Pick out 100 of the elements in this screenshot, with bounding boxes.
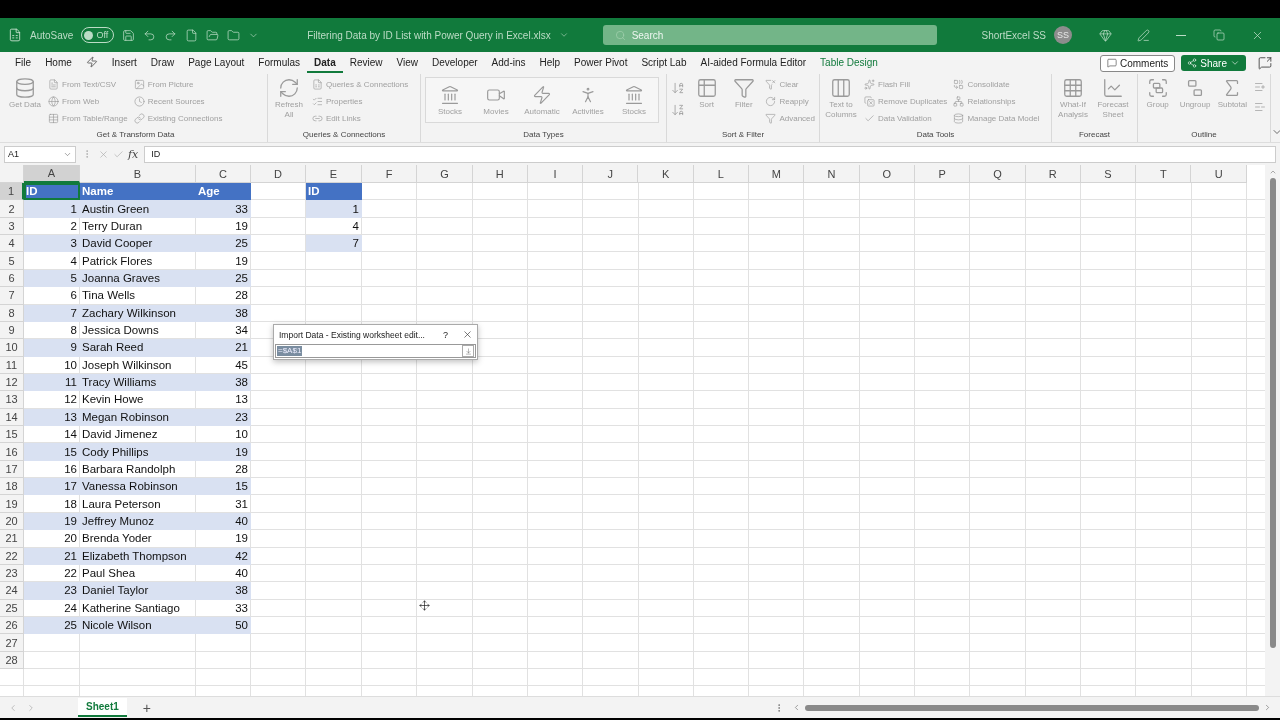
column-title: Age [196, 183, 251, 201]
table-cell: David Cooper [80, 235, 196, 253]
column-header[interactable]: P [914, 165, 971, 183]
pen-icon [1136, 28, 1150, 42]
column-title: Name [80, 183, 196, 201]
row-header[interactable]: 7 [0, 287, 24, 305]
ribbon-tab[interactable]: Review [342, 53, 390, 73]
refresh-icon [278, 77, 300, 99]
globe-icon [48, 95, 59, 107]
column-header[interactable]: E [306, 165, 362, 183]
column-header[interactable]: A [24, 165, 80, 183]
column-header[interactable]: I [527, 165, 584, 183]
list-icon [312, 95, 323, 107]
sheet-tab[interactable]: Sheet1 [78, 698, 127, 717]
ribbon-tab[interactable]: Page Layout [181, 53, 252, 73]
ribbon-tab[interactable]: Table Design [813, 53, 885, 73]
row-header[interactable]: 5 [0, 252, 24, 270]
table-cell: Austin Green [80, 200, 196, 218]
column-header[interactable]: N [804, 165, 860, 183]
add-sheet-button[interactable]: + [134, 699, 159, 716]
link-icon [133, 112, 145, 124]
diamond-icon [1098, 28, 1112, 42]
insert-function-button[interactable]: fx [128, 147, 139, 161]
ribbon-tab[interactable]: File [8, 53, 39, 73]
column-header[interactable]: L [693, 165, 750, 183]
new-file-icon [185, 28, 199, 42]
group-label: Queries & Connections [301, 130, 387, 141]
share-button[interactable]: Share [1181, 55, 1246, 71]
row-header[interactable]: 10 [0, 339, 24, 357]
table-cell: 21 [196, 339, 251, 357]
row-header[interactable]: 21 [0, 530, 24, 548]
ribbon-tab[interactable]: Help [532, 53, 568, 73]
help-button[interactable]: ? [433, 329, 458, 340]
column-header[interactable]: M [749, 165, 805, 183]
column-header[interactable]: C [196, 165, 251, 183]
group-label: Data Types [522, 130, 565, 141]
move-cursor-icon [419, 600, 430, 611]
collapse-icon [1254, 101, 1266, 113]
row-header[interactable]: 27 [0, 634, 24, 652]
row-header[interactable]: 16 [0, 443, 24, 461]
row-header[interactable]: 1 [0, 183, 24, 201]
table-cell: Sarah Reed [80, 339, 196, 357]
ribbon-tab[interactable]: Draw [143, 53, 182, 73]
cancel-icon [98, 148, 109, 160]
ribbon-tab[interactable]: Add-ins [484, 53, 533, 73]
network-icon [953, 95, 965, 107]
sort-icon [695, 77, 718, 99]
folder-icon [227, 28, 241, 42]
undo-icon [143, 28, 157, 42]
ribbon-tab[interactable]: Formulas [251, 53, 308, 73]
row-header[interactable]: 24 [0, 582, 24, 600]
row-header[interactable]: 15 [0, 426, 24, 444]
ribbon-tab[interactable]: View [389, 53, 425, 73]
column-header[interactable]: R [1025, 165, 1081, 183]
scroll-thumb[interactable] [1269, 178, 1276, 648]
column-header[interactable]: T [1136, 165, 1192, 183]
enter-icon [113, 148, 124, 160]
column-header[interactable]: S [1080, 165, 1137, 183]
row-header[interactable]: 18 [0, 478, 24, 496]
ribbon-tab[interactable]: Power Pivot [567, 53, 635, 73]
formula-field[interactable]: ID [144, 145, 1276, 163]
sort-descending-icon [671, 103, 685, 117]
column-header[interactable]: O [859, 165, 915, 183]
redo-icon [164, 28, 178, 42]
column-header[interactable]: U [1191, 165, 1247, 183]
reapply-icon [765, 95, 777, 107]
ribbon-tab[interactable]: Developer [425, 53, 485, 73]
name-box[interactable]: A1 [4, 145, 76, 163]
line-chart-icon [1102, 77, 1124, 99]
table-cell: 15 [196, 478, 251, 496]
row-header[interactable]: 4 [0, 235, 24, 253]
save-icon [122, 28, 136, 42]
row-header[interactable]: 2 [0, 200, 24, 218]
table-icon [48, 112, 59, 124]
column-header[interactable]: B [80, 165, 196, 183]
column-header[interactable]: F [362, 165, 418, 183]
image-icon [133, 78, 145, 90]
ribbon-tab[interactable]: AI-aided Formula Editor [693, 53, 814, 73]
column-header[interactable]: J [583, 165, 639, 183]
table-cell: 38 [196, 582, 251, 600]
column-header[interactable]: D [251, 165, 306, 183]
row-header[interactable]: 13 [0, 391, 24, 409]
file-name[interactable]: Filtering Data by ID List with Power Query in Excel.xlsx [307, 29, 551, 41]
comments-button[interactable]: Comments [1099, 54, 1176, 72]
row-header[interactable]: 19 [0, 495, 24, 513]
autosave-label: AutoSave [30, 29, 74, 41]
column-header[interactable]: Q [970, 165, 1026, 183]
restore-icon [1213, 29, 1225, 41]
scroll-thumb[interactable] [805, 704, 1259, 711]
column-header[interactable]: K [638, 165, 694, 183]
column-header[interactable]: H [472, 165, 528, 183]
minimize-icon[interactable] [1176, 34, 1186, 36]
scroll-left-icon [792, 703, 801, 712]
table-cell: Vanessa Robinson [80, 478, 196, 496]
ribbon-tab[interactable]: Home [38, 53, 79, 73]
filter-icon [732, 77, 755, 99]
column-header[interactable]: G [417, 165, 473, 183]
ribbon-tab[interactable]: Script Lab [634, 53, 694, 73]
ribbon-tab[interactable]: Insert [104, 53, 144, 73]
lightning-icon [532, 84, 552, 105]
